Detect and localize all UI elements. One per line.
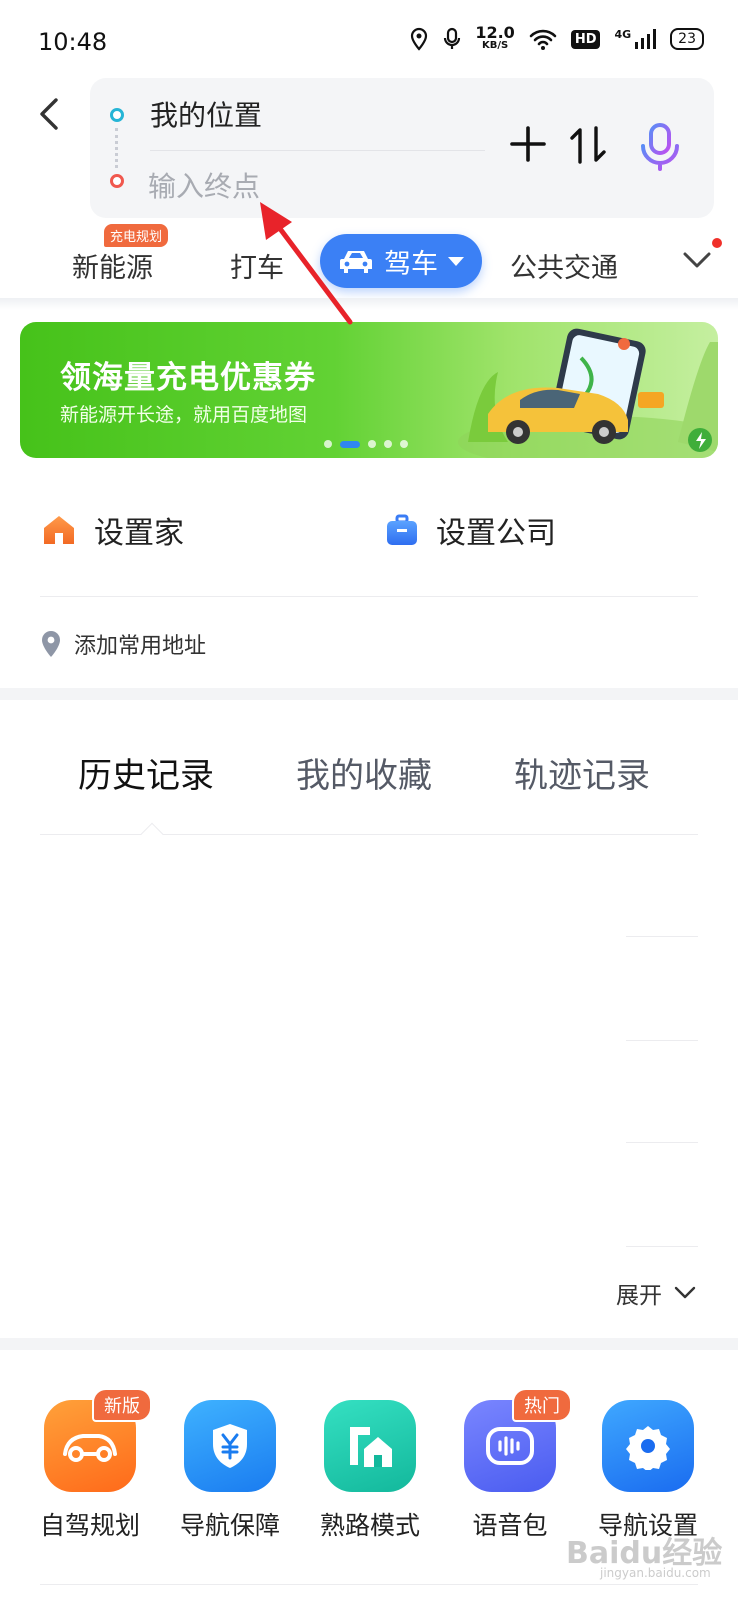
tool-voice-pack[interactable]: 热门 语音包: [440, 1388, 580, 1542]
voice-input-button[interactable]: [638, 122, 682, 172]
set-home-label: 设置家: [94, 516, 184, 551]
status-bar: 10:48 12.0 KB/S HD 4G 23: [0, 0, 738, 90]
divider: [40, 1584, 698, 1585]
self-drive-icon: 新版: [44, 1388, 152, 1492]
wifi-icon: [529, 29, 557, 50]
microphone-status-icon: [444, 27, 461, 49]
promo-banner[interactable]: 领海量充电优惠券 新能源开长途，就用百度地图: [20, 322, 718, 458]
tab-transit[interactable]: 公共交通: [510, 246, 618, 285]
list-separator: [626, 1246, 698, 1247]
page-dot-active: [340, 440, 360, 448]
shield-yuan-icon: [184, 1400, 276, 1492]
banner-pagination: [324, 440, 408, 448]
tool-label: 语音包: [472, 1511, 548, 1540]
start-location-field[interactable]: 我的位置: [150, 94, 262, 134]
end-point-icon: [110, 174, 124, 188]
location-icon: [411, 27, 428, 51]
status-time: 10:48: [38, 28, 108, 56]
new-version-badge: 新版: [92, 1388, 152, 1422]
tool-familiar-route-mode[interactable]: 熟路模式: [300, 1400, 440, 1542]
tab-drive-label: 驾车: [384, 248, 438, 280]
set-home-button[interactable]: 设置家: [42, 508, 184, 552]
plus-icon: [510, 126, 546, 162]
tool-label: 自驾规划: [39, 1511, 140, 1540]
route-connector: [115, 128, 119, 168]
page-dot: [324, 440, 332, 448]
notification-dot: [712, 238, 722, 248]
tool-navigation-protection[interactable]: 导航保障: [160, 1400, 300, 1542]
more-modes-button[interactable]: [680, 242, 714, 276]
tab-new-energy[interactable]: 新能源: [72, 246, 153, 285]
list-separator: [626, 1040, 698, 1041]
back-button[interactable]: [32, 94, 68, 134]
hot-badge: 热门: [512, 1388, 572, 1422]
set-company-label: 设置公司: [436, 516, 556, 551]
add-common-address-button[interactable]: 添加常用地址: [40, 628, 206, 660]
expand-label: 展开: [616, 1283, 662, 1309]
section-gap: [0, 688, 738, 700]
tool-label: 熟路模式: [319, 1511, 420, 1540]
swap-icon: [570, 126, 606, 164]
add-address-label: 添加常用地址: [74, 634, 207, 659]
voice-pack-icon: 热门: [464, 1388, 572, 1492]
chevron-left-icon: [40, 98, 58, 130]
gear-icon: [602, 1400, 694, 1492]
divider: [40, 596, 698, 597]
saved-places-row: 设置家 设置公司: [0, 488, 738, 568]
tool-navigation-settings[interactable]: 导航设置: [578, 1400, 718, 1542]
cellular-signal: 4G: [614, 28, 657, 50]
page-dot: [368, 440, 376, 448]
chevron-down-icon: [674, 1286, 696, 1299]
list-separator: [626, 936, 698, 937]
add-waypoint-button[interactable]: [508, 124, 548, 164]
status-icons: 12.0 KB/S HD 4G 23: [409, 23, 704, 52]
section-gap: [0, 1338, 738, 1350]
chevron-down-icon: [683, 252, 711, 268]
expand-button[interactable]: 展开: [616, 1276, 696, 1310]
microphone-icon: [641, 123, 679, 171]
set-company-button[interactable]: 设置公司: [386, 508, 556, 552]
watermark-url: jingyan.baidu.com: [600, 1566, 711, 1580]
banner-title: 领海量充电优惠券: [60, 360, 316, 396]
location-pin-icon: [42, 631, 60, 657]
caret-down-icon: [448, 256, 464, 266]
history-tabs: 历史记录 我的收藏 轨迹记录: [0, 730, 738, 830]
list-separator: [626, 1142, 698, 1143]
banner-car-illustration: [458, 328, 718, 458]
route-input-card: 我的位置: [90, 78, 714, 218]
banner-subtitle: 新能源开长途，就用百度地图: [60, 404, 308, 426]
hd-badge: HD: [570, 29, 601, 49]
tool-self-drive-plan[interactable]: 新版 自驾规划: [20, 1388, 160, 1542]
battery-indicator: 23: [670, 28, 704, 50]
tab-tracks[interactable]: 轨迹记录: [514, 748, 650, 797]
page-dot: [400, 440, 408, 448]
page-dot: [384, 440, 392, 448]
charging-plan-badge: 充电规划: [104, 224, 169, 247]
tabs-divider: [40, 834, 698, 835]
tab-history[interactable]: 历史记录: [78, 748, 214, 797]
tab-favorites[interactable]: 我的收藏: [296, 748, 432, 797]
home-icon: [44, 516, 74, 544]
briefcase-icon: [387, 514, 417, 545]
familiar-route-icon: [324, 1400, 416, 1492]
annotation-arrow-icon: [260, 202, 353, 325]
signal-bars-icon: [635, 29, 657, 49]
start-point-icon: [110, 108, 124, 122]
route-divider: [150, 150, 485, 151]
swap-route-button[interactable]: [568, 124, 608, 166]
network-speed: 12.0 KB/S: [475, 23, 515, 52]
tool-label: 导航保障: [179, 1511, 280, 1540]
